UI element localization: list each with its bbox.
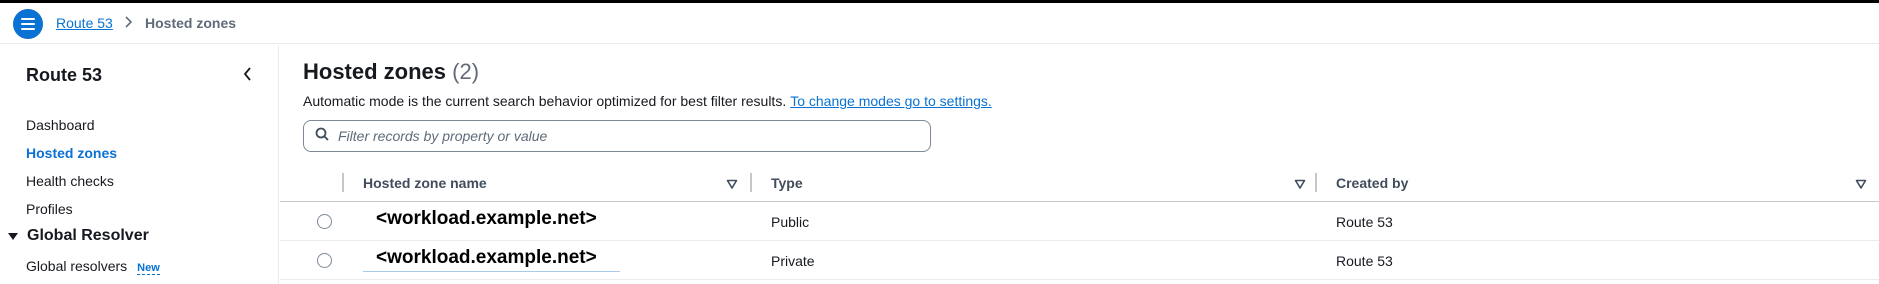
settings-link[interactable]: To change modes go to settings. <box>790 93 992 109</box>
new-badge: New <box>137 262 160 275</box>
sidebar-item-label: Global resolvers <box>26 258 128 274</box>
sort-caret-down-icon[interactable] <box>1855 177 1867 189</box>
breadcrumb-bar: Route 53 Hosted zones <box>0 3 1879 44</box>
table-row[interactable]: <workload.example.net> Public Route 53 <box>280 202 1879 241</box>
sidebar-item-dashboard[interactable]: Dashboard <box>26 117 95 133</box>
table-row[interactable]: <workload.example.net> Private Route 53 <box>280 241 1879 280</box>
search-mode-description: Automatic mode is the current search beh… <box>303 93 992 109</box>
hosted-zone-name-link[interactable]: <workload.example.net> <box>376 208 597 230</box>
sidebar-section-label: Global Resolver <box>27 227 149 244</box>
main-content: Hosted zones (2) Automatic mode is the c… <box>280 45 1879 284</box>
hosted-zone-type: Public <box>771 214 810 230</box>
hosted-zone-created-by: Route 53 <box>1336 253 1393 269</box>
sidebar-item-health-checks[interactable]: Health checks <box>26 173 114 189</box>
filter-field[interactable] <box>303 120 931 152</box>
column-header-created-by[interactable]: Created by <box>1336 175 1408 191</box>
page-title-text: Hosted zones <box>303 59 447 84</box>
chevron-left-icon[interactable] <box>238 64 258 84</box>
sidebar-item-global-resolvers[interactable]: Global resolvers New <box>26 258 160 275</box>
description-text: Automatic mode is the current search beh… <box>303 93 787 109</box>
breadcrumb-current: Hosted zones <box>145 15 237 31</box>
sort-caret-down-icon[interactable] <box>726 177 738 189</box>
column-divider[interactable] <box>342 173 344 192</box>
hamburger-menu-icon[interactable] <box>13 9 43 39</box>
sidebar-item-hosted-zones[interactable]: Hosted zones <box>26 145 117 161</box>
caret-down-icon <box>8 232 18 240</box>
breadcrumb-separator-icon <box>124 15 134 32</box>
page-title-count: (2) <box>452 59 480 84</box>
breadcrumb-route53-link[interactable]: Route 53 <box>56 15 113 31</box>
row-select-radio[interactable] <box>317 214 332 229</box>
sidebar-item-profiles[interactable]: Profiles <box>26 201 73 217</box>
sort-caret-down-icon[interactable] <box>1294 177 1306 189</box>
row-select-radio[interactable] <box>317 253 332 268</box>
sidebar-title: Route 53 <box>26 65 103 85</box>
hosted-zone-type: Private <box>771 253 815 269</box>
link-underline <box>363 271 620 272</box>
hosted-zone-created-by: Route 53 <box>1336 214 1393 230</box>
sidebar: Route 53 Dashboard Hosted zones Health c… <box>0 45 279 284</box>
hosted-zone-name-link[interactable]: <workload.example.net> <box>376 247 597 269</box>
column-header-hosted-zone-name[interactable]: Hosted zone name <box>363 175 487 191</box>
table-header: Hosted zone name Type Created by <box>280 165 1879 202</box>
column-divider[interactable] <box>750 173 752 192</box>
sidebar-section-global-resolver[interactable]: Global Resolver <box>8 227 149 245</box>
filter-input[interactable] <box>338 128 918 144</box>
search-icon <box>315 127 329 146</box>
page-title: Hosted zones (2) <box>303 59 479 85</box>
column-header-type[interactable]: Type <box>771 175 803 191</box>
column-divider[interactable] <box>1315 173 1317 192</box>
